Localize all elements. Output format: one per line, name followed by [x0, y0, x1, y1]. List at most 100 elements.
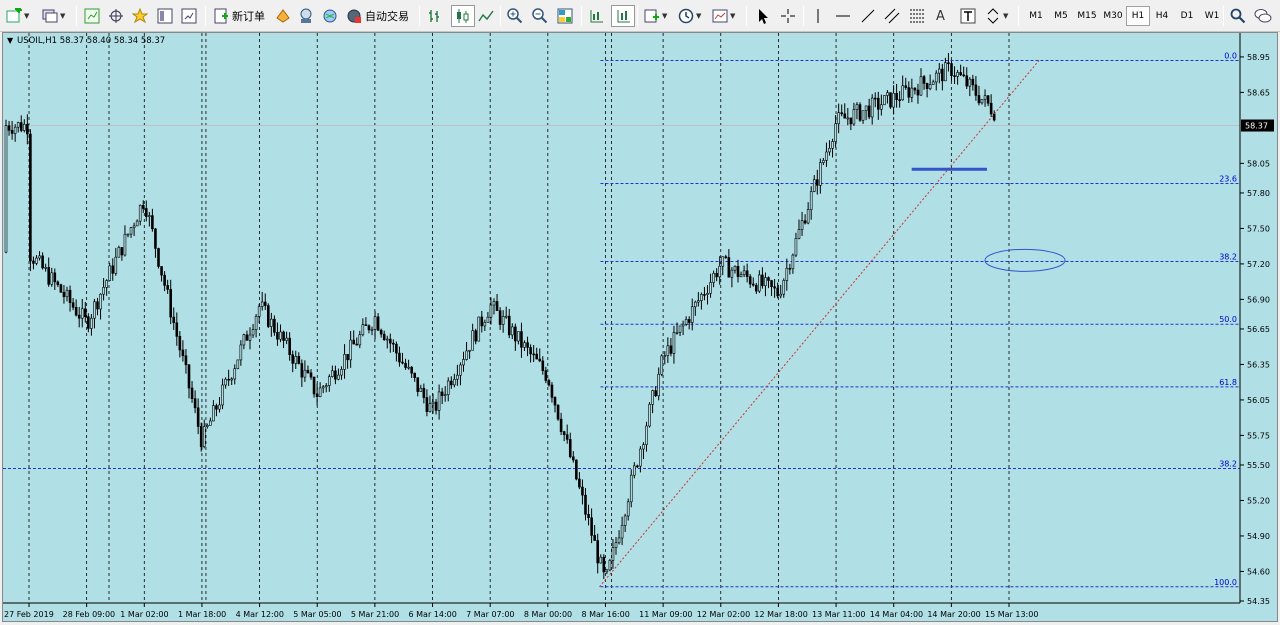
- candle-body: [886, 92, 889, 96]
- candle-body: [590, 517, 593, 536]
- auto-trading-button[interactable]: 自动交易: [346, 5, 409, 27]
- vertical-line-tool-button[interactable]: [810, 5, 826, 27]
- tester-button[interactable]: [181, 5, 197, 27]
- candle-body: [596, 540, 600, 564]
- candle-body: [629, 474, 633, 503]
- candle-body: [99, 293, 102, 310]
- candle-body: [117, 247, 121, 258]
- candle-body: [507, 315, 511, 336]
- timeframe-h4[interactable]: H4: [1150, 6, 1174, 26]
- candle-body: [19, 122, 23, 131]
- metaeditor-button[interactable]: [275, 5, 291, 27]
- candle-body: [690, 306, 694, 323]
- indicators-button[interactable]: ▼: [644, 5, 667, 27]
- templates-button[interactable]: ▼: [712, 5, 735, 27]
- candle-body: [206, 425, 209, 427]
- candle-body: [858, 104, 862, 121]
- arrows-tool-button[interactable]: ▼: [985, 5, 1008, 27]
- candle-body: [526, 342, 529, 348]
- market-watch-button[interactable]: [84, 5, 100, 27]
- market-button[interactable]: [322, 5, 338, 27]
- chat-button[interactable]: [1254, 5, 1272, 27]
- candle-body: [910, 87, 914, 98]
- horizontal-line-tool-button[interactable]: [835, 5, 851, 27]
- search-button[interactable]: [1230, 5, 1246, 27]
- candle-body: [312, 376, 316, 395]
- candle-body: [663, 355, 667, 357]
- timeframe-m5[interactable]: M5: [1049, 6, 1073, 26]
- candle-body: [53, 272, 57, 283]
- periods-button[interactable]: ▼: [678, 5, 701, 27]
- timeframe-h1[interactable]: H1: [1126, 6, 1150, 26]
- candle-body: [867, 105, 871, 118]
- candle-body: [257, 306, 261, 317]
- chart-shift-button[interactable]: [611, 5, 635, 27]
- favorites-button[interactable]: [132, 5, 148, 27]
- candle-body: [331, 370, 334, 377]
- candle-body: [29, 133, 32, 262]
- candle-body: [562, 431, 566, 435]
- candle-body: [815, 179, 819, 186]
- candle-body: [547, 380, 551, 386]
- candle-body: [550, 384, 554, 398]
- auto-trading-label: 自动交易: [365, 10, 409, 23]
- navigator-button[interactable]: [108, 5, 124, 27]
- data-window-button[interactable]: [157, 5, 173, 27]
- candle-body: [614, 542, 618, 548]
- candle-body: [849, 117, 853, 125]
- candle-body: [77, 314, 81, 319]
- candle-body: [535, 353, 539, 360]
- equidistant-channel-tool-button[interactable]: [884, 5, 900, 27]
- candle-body: [294, 356, 298, 364]
- candle-body: [236, 359, 240, 369]
- bar-chart-button[interactable]: [427, 5, 443, 27]
- zoom-out-button[interactable]: [532, 5, 548, 27]
- new-chart-button[interactable]: ▼: [6, 5, 29, 27]
- candle-body: [184, 355, 188, 366]
- candle-body: [800, 220, 804, 230]
- candle-body: [983, 95, 987, 100]
- autoscroll-button[interactable]: [588, 5, 604, 27]
- chart-shift-icon: [617, 10, 630, 23]
- candle-body: [10, 130, 14, 134]
- candle-body: [120, 247, 124, 256]
- trendline-tool-button[interactable]: [860, 5, 876, 27]
- chart-canvas[interactable]: 0.023.638.250.061.8100.038.2 58.9558.655…: [3, 33, 1277, 621]
- candle-body: [812, 179, 816, 192]
- candle-body: [623, 515, 627, 526]
- fibonacci-tool-button[interactable]: [909, 5, 925, 27]
- timeframe-m1[interactable]: M1: [1024, 6, 1048, 26]
- candle-body: [504, 315, 508, 318]
- candle-body: [797, 229, 801, 239]
- timeframe-d1[interactable]: D1: [1175, 6, 1199, 26]
- candle-body: [22, 124, 26, 131]
- candle-chart-button[interactable]: [451, 5, 475, 27]
- candle-body: [315, 393, 319, 398]
- price-chart[interactable]: 0.0 23.6 38.2 50.0 61.8 100.0 38.2 58.95 58.65 5…: [2, 32, 1278, 622]
- timeframe-m30[interactable]: M30: [1100, 6, 1126, 26]
- candle-body: [373, 316, 377, 330]
- signals-button[interactable]: [298, 5, 314, 27]
- zoom-in-button[interactable]: [507, 5, 523, 27]
- timeframe-m15[interactable]: M15: [1074, 6, 1100, 26]
- candle-body: [626, 501, 630, 517]
- time-tick-label: 11 Mar 09:00: [639, 610, 692, 619]
- time-tick-label: 27 Feb 2019: [4, 610, 54, 619]
- cursor-tool-button[interactable]: [755, 5, 771, 27]
- text-label-tool-button[interactable]: [960, 5, 976, 27]
- candle-body: [160, 266, 163, 276]
- timeframe-w1[interactable]: W1: [1200, 6, 1224, 26]
- tile-windows-button[interactable]: [557, 5, 573, 27]
- candle-body: [132, 225, 136, 228]
- new-order-icon: [214, 8, 228, 24]
- price-tick-label: 56.35: [1247, 360, 1270, 369]
- profiles-button[interactable]: ▼: [42, 5, 65, 27]
- line-chart-button[interactable]: [478, 5, 494, 27]
- candle-body: [44, 267, 47, 269]
- crosshair-tool-button[interactable]: [780, 5, 796, 27]
- channel-icon: [884, 8, 900, 24]
- text-tool-button[interactable]: A: [936, 5, 945, 27]
- candle-body: [190, 387, 194, 399]
- candle-body: [126, 233, 130, 236]
- new-order-button[interactable]: 新订单: [213, 5, 265, 27]
